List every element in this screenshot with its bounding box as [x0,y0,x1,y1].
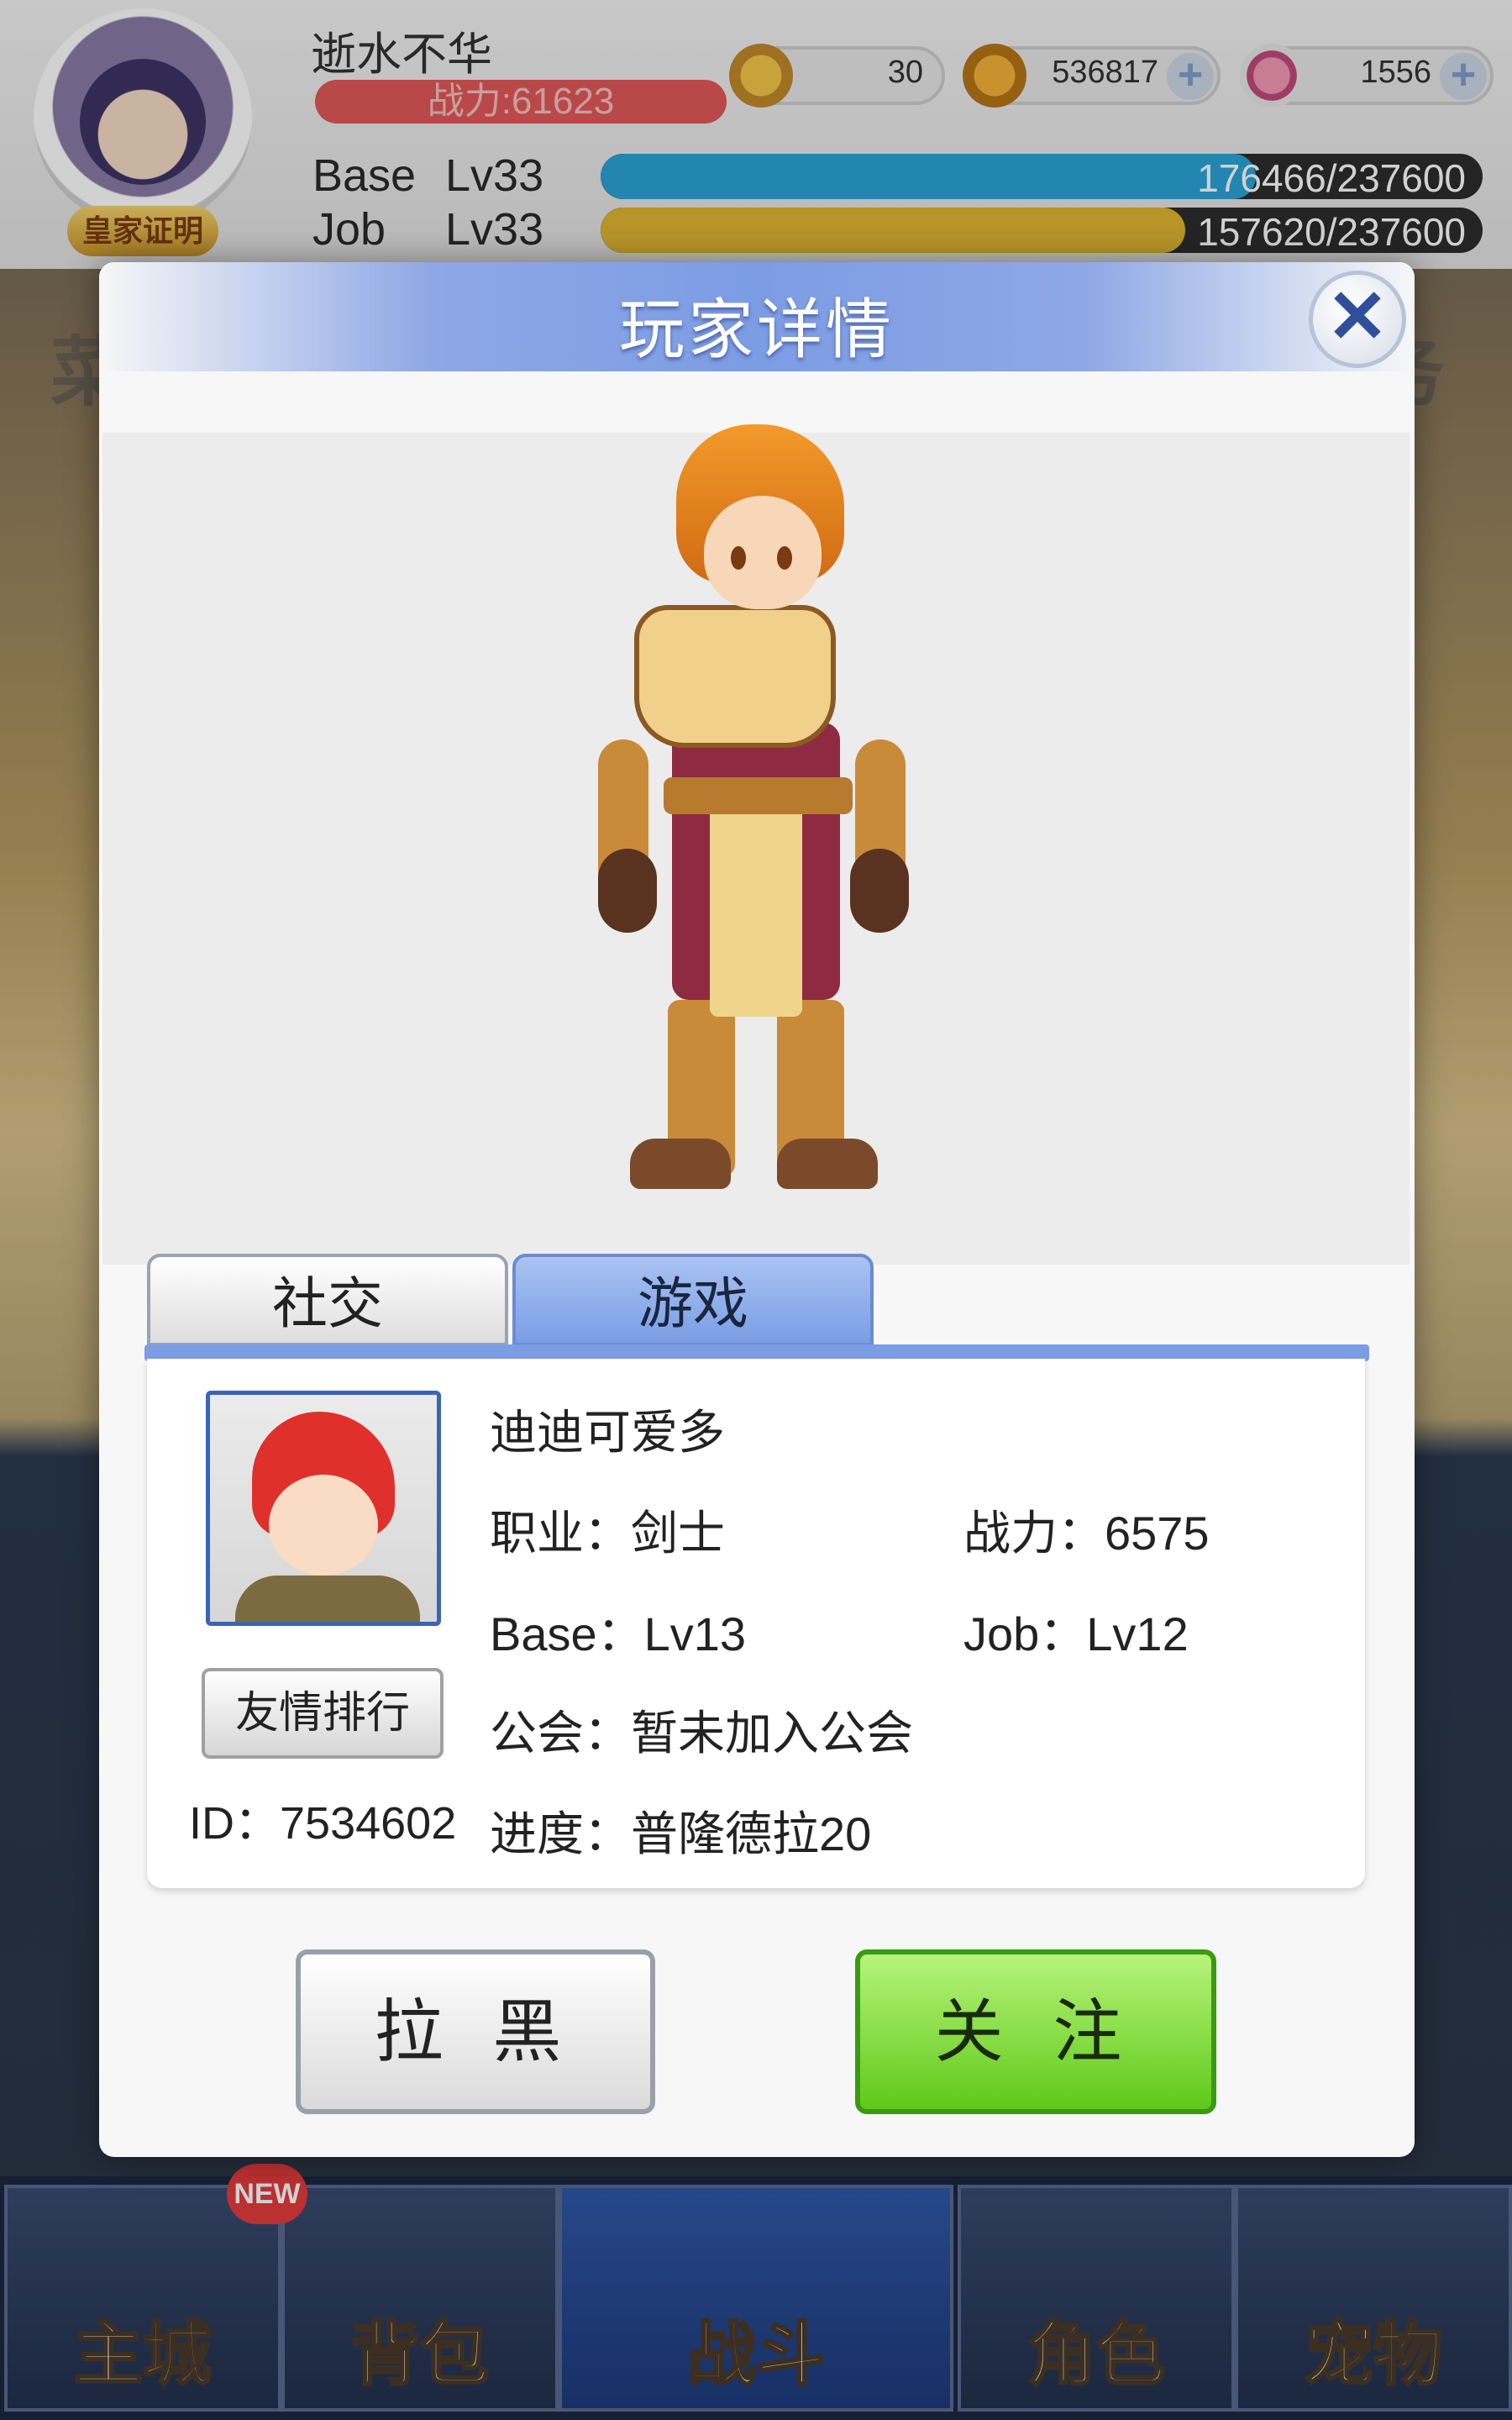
friendship-ranking-button[interactable]: 友情排行 [202,1668,444,1759]
dialog-title: 玩家详情 [618,292,895,366]
character-belt [664,777,853,814]
portrait-body [235,1576,420,1622]
character-boot-left [630,1139,731,1189]
character-face [704,496,822,609]
player-job: 职业：剑士 [490,1507,725,1560]
close-button[interactable]: ✕ [1309,271,1406,368]
block-button[interactable]: 拉 黑 [296,1949,655,2114]
player-detail-power: 战力：6575 [963,1507,1210,1560]
character-boot-right [777,1139,878,1189]
player-id: ID：7534602 [189,1786,456,1852]
player-job-level: Job：Lv12 [963,1607,1189,1660]
portrait-face [269,1475,378,1576]
tab-game[interactable]: 游戏 [512,1254,874,1346]
player-id-label: ID： [189,1798,280,1849]
character-apron [710,798,802,1017]
character-eye-right [777,546,792,570]
close-icon: ✕ [1326,275,1389,358]
player-base-level: Base：Lv13 [490,1607,747,1660]
character-eye-left [731,546,746,570]
follow-button[interactable]: 关 注 [855,1949,1216,2114]
tab-social[interactable]: 社交 [147,1254,508,1346]
player-detail-name: 迪迪可爱多 [490,1406,725,1459]
character-cape [634,605,836,748]
player-portrait [206,1391,441,1626]
player-progress: 进度：普隆德拉20 [490,1807,872,1860]
player-guild: 公会：暂未加入公会 [490,1707,913,1760]
player-id-value: 7534602 [280,1798,457,1849]
character-glove-right [850,849,909,933]
character-glove-left [598,849,657,933]
